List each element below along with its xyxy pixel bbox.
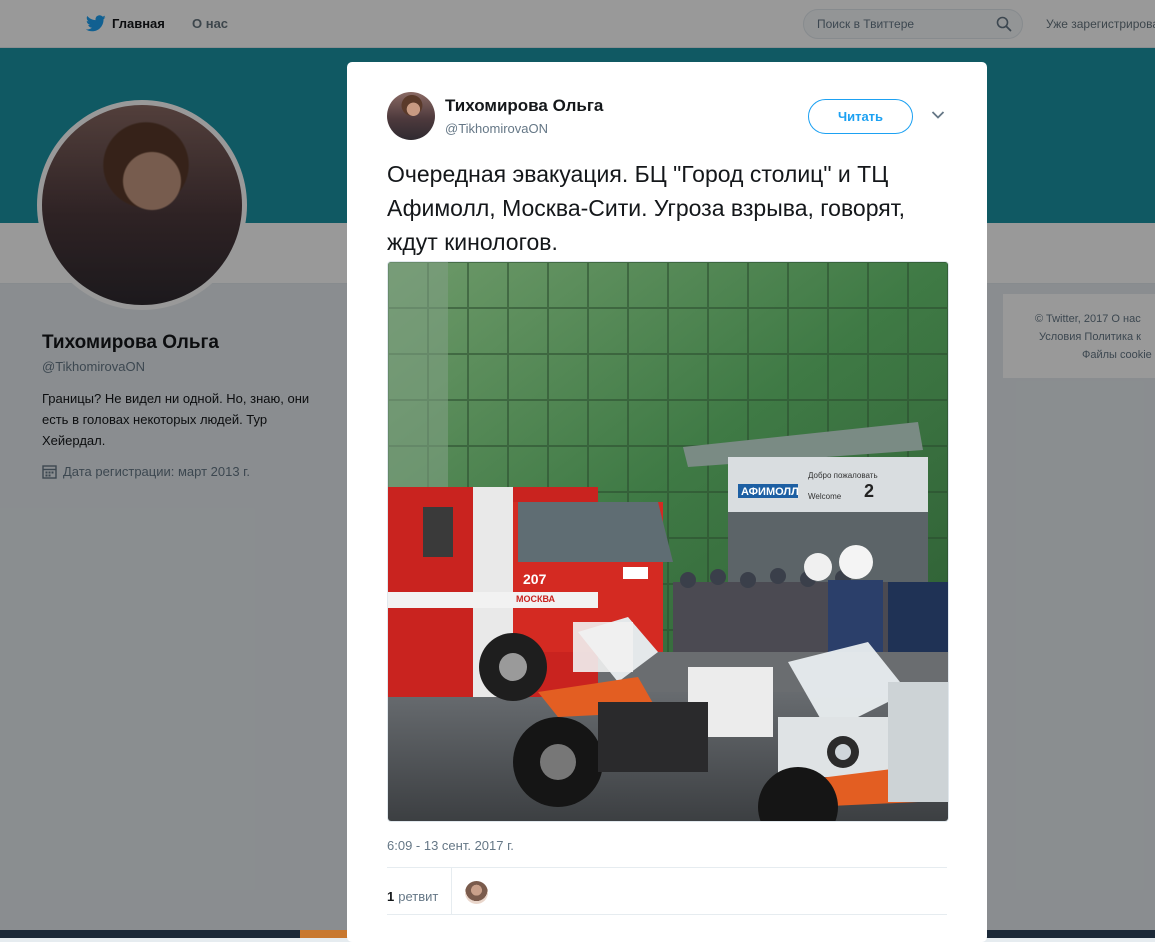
tweet-author-handle[interactable]: @TikhomirovaON bbox=[445, 121, 548, 136]
retweet-label: ретвит bbox=[398, 888, 439, 904]
truck-number: 207 bbox=[523, 571, 547, 587]
tweet-author-avatar[interactable] bbox=[387, 92, 435, 140]
divider-top bbox=[387, 867, 947, 868]
retweet-count: 1 bbox=[387, 888, 395, 904]
tweet-text: Очередная эвакуация. БЦ "Город столиц" и… bbox=[387, 161, 906, 255]
truck-city: МОСКВА bbox=[516, 594, 556, 604]
stats-separator bbox=[451, 868, 452, 914]
retweeter-avatar[interactable] bbox=[465, 881, 488, 904]
divider-bottom bbox=[387, 914, 947, 915]
sign-welcome-en: Welcome bbox=[808, 492, 842, 501]
follow-button[interactable]: Читать bbox=[808, 99, 913, 134]
tweet-photo[interactable]: АФИМОЛЛ Добро пожаловать Welcome 2 207 М… bbox=[387, 261, 949, 822]
tweet-timestamp[interactable]: 6:09 - 13 сент. 2017 г. bbox=[387, 838, 514, 853]
tweet-modal: Тихомирова Ольга @TikhomirovaON Читать О… bbox=[347, 62, 987, 942]
tweet-photo-image: АФИМОЛЛ Добро пожаловать Welcome 2 207 М… bbox=[388, 262, 948, 821]
tweet-author-name[interactable]: Тихомирова Ольга bbox=[445, 96, 603, 116]
sign-floor: 2 bbox=[864, 481, 874, 501]
chevron-down-icon[interactable] bbox=[931, 110, 945, 120]
retweet-stats[interactable]: 1 ретвит bbox=[387, 876, 438, 916]
sign-brand: АФИМОЛЛ bbox=[741, 486, 799, 498]
sign-welcome-ru: Добро пожаловать bbox=[808, 471, 878, 480]
bottom-bar-accent bbox=[300, 930, 348, 938]
